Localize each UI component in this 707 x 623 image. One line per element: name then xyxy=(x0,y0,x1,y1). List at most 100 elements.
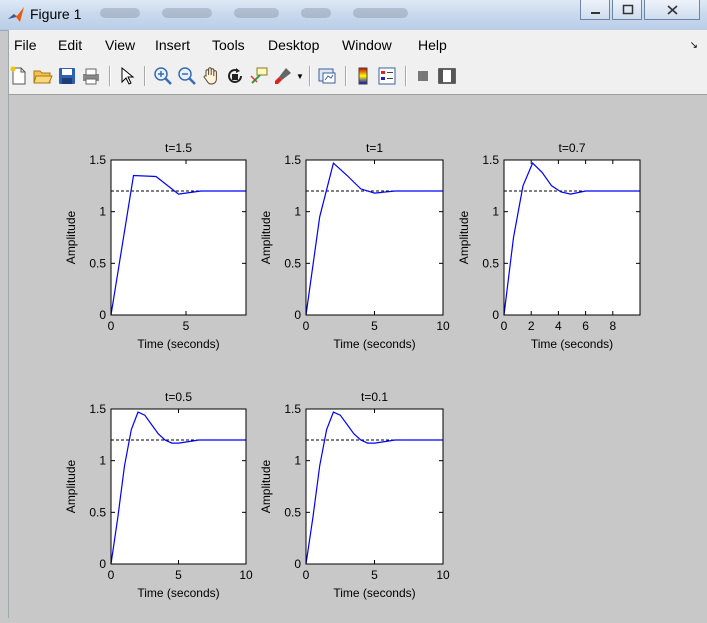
x-tick-label: 0 xyxy=(108,568,115,582)
subplot-5: 0 0.5 1 1.5 0 5 10 t=0.1 Time (seconds) Amplitude xyxy=(259,390,450,600)
new-figure-icon[interactable] xyxy=(9,66,29,86)
link-plot-icon[interactable] xyxy=(317,66,337,86)
menu-window[interactable]: Window xyxy=(342,37,392,53)
legend-icon[interactable] xyxy=(377,66,397,86)
print-icon[interactable] xyxy=(81,66,101,86)
x-tick-label: 6 xyxy=(582,319,589,333)
subplot-title: t=0.1 xyxy=(361,390,388,404)
y-tick-label: 0 xyxy=(99,557,106,571)
y-tick-label: 0.5 xyxy=(284,505,301,519)
y-tick-label: 0 xyxy=(294,308,301,322)
y-axis-label: Amplitude xyxy=(64,460,78,514)
brush-icon[interactable] xyxy=(273,66,293,86)
hide-plot-tools-icon[interactable] xyxy=(413,66,433,86)
y-axis-label: Amplitude xyxy=(259,460,273,514)
x-tick-label: 10 xyxy=(239,568,253,582)
save-icon[interactable] xyxy=(57,66,77,86)
subplot-grid: 00.511.50 5t=1.5Time (seconds)Amplitude00… xyxy=(64,141,641,600)
subplot-2: 0 0.5 1 1.5 0 5 10 t=1 Time (seconds) Amplitude xyxy=(259,141,450,351)
maximize-button[interactable] xyxy=(612,0,642,20)
axes-background xyxy=(111,160,246,315)
subplot-4: 0 0.5 1 1.5 0 5 10 t=0.5 Time (seconds) Amplitude xyxy=(64,390,253,600)
subplot-title: t=0.5 xyxy=(165,390,192,404)
figure-canvas: 0 0.5 1 1.5 0 5 t=1.5 Time (seconds) Amplitude 0 0… xyxy=(8,95,707,618)
y-tick-label: 1 xyxy=(99,454,106,468)
x-tick-label: 8 xyxy=(609,319,616,333)
subplot-title: t=1.5 xyxy=(165,141,192,155)
x-axis-label: Time (seconds) xyxy=(137,337,219,351)
y-tick-label: 1.5 xyxy=(284,402,301,416)
x-tick-label: 10 xyxy=(436,319,450,333)
y-tick-label: 0 xyxy=(492,308,499,322)
figure-toolbar: ▼ xyxy=(8,58,707,95)
x-axis-label: Time (seconds) xyxy=(333,586,415,600)
subplot-title: t=0.7 xyxy=(558,141,585,155)
y-tick-label: 1 xyxy=(99,205,106,219)
menu-insert[interactable]: Insert xyxy=(155,37,190,53)
menu-help[interactable]: Help xyxy=(418,37,447,53)
x-tick-label: 5 xyxy=(371,319,378,333)
x-tick-label: 2 xyxy=(528,319,535,333)
x-axis-label: Time (seconds) xyxy=(137,586,219,600)
x-axis-label: Time (seconds) xyxy=(333,337,415,351)
x-tick-label: 5 xyxy=(183,319,190,333)
x-tick-label: 4 xyxy=(555,319,562,333)
rotate-3d-icon[interactable] xyxy=(225,66,245,86)
window-title: Figure 1 xyxy=(30,6,82,22)
y-tick-label: 1.5 xyxy=(482,153,499,167)
x-axis-label: Time (seconds) xyxy=(531,337,613,351)
axes-background xyxy=(306,160,443,315)
open-file-icon[interactable] xyxy=(33,66,53,86)
y-tick-label: 0.5 xyxy=(89,505,106,519)
toolbar-separator xyxy=(109,66,111,86)
y-axis-label: Amplitude xyxy=(457,211,471,265)
x-tick-label: 10 xyxy=(436,568,450,582)
pan-hand-icon[interactable] xyxy=(201,66,221,86)
y-tick-label: 0.5 xyxy=(284,256,301,270)
colorbar-icon[interactable] xyxy=(353,66,373,86)
toolbar-separator xyxy=(309,66,311,86)
y-tick-label: 0.5 xyxy=(482,256,499,270)
brush-dropdown-arrow-icon[interactable]: ▼ xyxy=(296,72,304,81)
subplot-1: 0 0.5 1 1.5 0 5 t=1.5 Time (seconds) Amplitude xyxy=(64,141,247,351)
menubar-dock-arrow-icon[interactable]: ↘ xyxy=(690,40,698,51)
x-tick-label: 5 xyxy=(371,568,378,582)
zoom-in-icon[interactable] xyxy=(153,66,173,86)
subplot-title: t=1 xyxy=(366,141,383,155)
menu-view[interactable]: View xyxy=(105,37,135,53)
x-tick-label: 0 xyxy=(303,568,310,582)
menu-tools[interactable]: Tools xyxy=(212,37,245,53)
menu-bar: File Edit View Insert Tools Desktop Wind… xyxy=(8,30,707,58)
y-tick-label: 0 xyxy=(99,308,106,322)
window-titlebar: Figure 1 xyxy=(0,0,707,31)
zoom-out-icon[interactable] xyxy=(177,66,197,86)
pointer-icon[interactable] xyxy=(117,66,137,86)
y-tick-label: 1.5 xyxy=(284,153,301,167)
show-plot-tools-icon[interactable] xyxy=(437,66,457,86)
minimize-button[interactable] xyxy=(580,0,610,20)
y-axis-label: Amplitude xyxy=(64,211,78,265)
y-tick-label: 1 xyxy=(294,454,301,468)
data-cursor-icon[interactable] xyxy=(249,66,269,86)
menu-desktop[interactable]: Desktop xyxy=(268,37,319,53)
y-tick-label: 1.5 xyxy=(89,402,106,416)
close-button[interactable] xyxy=(644,0,700,20)
menu-edit[interactable]: Edit xyxy=(58,37,82,53)
y-tick-label: 1.5 xyxy=(89,153,106,167)
y-axis-label: Amplitude xyxy=(259,211,273,265)
x-tick-label: 0 xyxy=(501,319,508,333)
y-tick-label: 1 xyxy=(294,205,301,219)
y-tick-label: 1 xyxy=(492,205,499,219)
toolbar-separator xyxy=(144,66,146,86)
toolbar-separator xyxy=(405,66,407,86)
y-tick-label: 0 xyxy=(294,557,301,571)
x-tick-label: 5 xyxy=(175,568,182,582)
blurred-taskbar-strip xyxy=(100,8,480,22)
toolbar-separator xyxy=(345,66,347,86)
subplot-3: 0 0.5 1 1.5 0 2 4 6 8 t=0.7 Time (seconds) Amplitud… xyxy=(457,141,641,351)
menu-file[interactable]: File xyxy=(14,37,37,53)
x-tick-label: 0 xyxy=(108,319,115,333)
x-tick-label: 0 xyxy=(303,319,310,333)
y-tick-label: 0.5 xyxy=(89,256,106,270)
matlab-logo-icon xyxy=(8,7,24,22)
